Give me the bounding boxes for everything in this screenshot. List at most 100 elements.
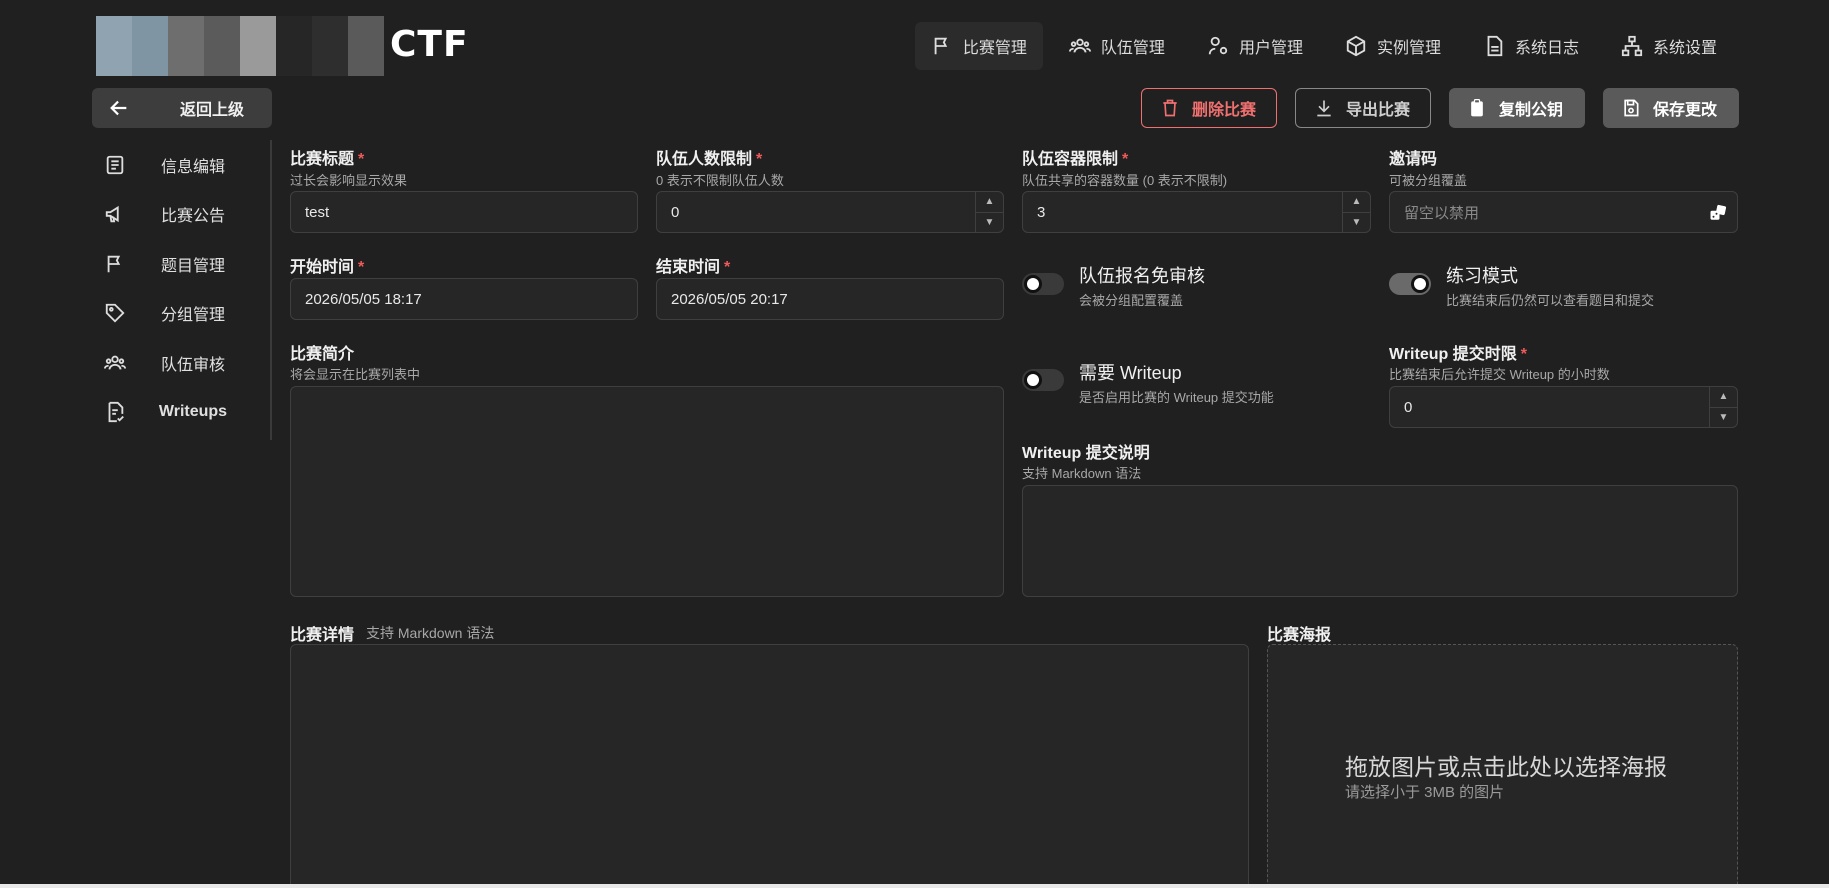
writeup-note-textarea[interactable] [1022, 485, 1738, 597]
side-item-team-review[interactable]: 队伍审核 [92, 338, 270, 388]
download-icon [1317, 100, 1331, 117]
flag-icon [934, 37, 948, 55]
chevron-down-icon[interactable]: ▼ [1343, 213, 1370, 233]
writeup-note-desc: 支持 Markdown 语法 [1022, 466, 1142, 481]
chevron-up-icon[interactable]: ▲ [976, 192, 1003, 213]
team-limit-label: 队伍人数限制 * [656, 151, 763, 168]
save-changes-button[interactable]: 保存更改 [1603, 88, 1739, 128]
nav-games[interactable]: 比赛管理 [914, 22, 1043, 70]
team-limit-desc: 0 表示不限制队伍人数 [656, 173, 784, 188]
nav-games-label: 比赛管理 [962, 40, 1027, 57]
quantity-stepper[interactable]: ▲ ▼ [1342, 192, 1370, 232]
side-item-label: Writeups [158, 403, 228, 421]
action-bar: 删除比赛 导出比赛 复制公钥 保存更改 [1141, 88, 1739, 128]
practice-mode-desc: 比赛结束后仍然可以查看题目和提交 [1446, 293, 1655, 308]
document-list-icon [106, 155, 124, 174]
writeup-deadline-label: Writeup 提交时限 * [1389, 346, 1527, 363]
dice-icon[interactable] [1709, 204, 1727, 222]
writeup-deadline-desc: 比赛结束后允许提交 Writeup 的小时数 [1389, 367, 1610, 382]
tag-icon [105, 304, 125, 323]
save-changes-label: 保存更改 [1653, 102, 1718, 119]
details-desc: 支持 Markdown 语法 [366, 625, 495, 641]
users-icon [104, 355, 126, 370]
side-item-label: 比赛公告 [160, 208, 225, 226]
copy-public-key-button[interactable]: 复制公钥 [1449, 88, 1585, 128]
title-label: 比赛标题 * [290, 151, 365, 168]
logo[interactable]: CTF [96, 16, 476, 76]
delete-game-label: 删除比赛 [1192, 102, 1257, 119]
delete-game-button[interactable]: 删除比赛 [1141, 88, 1277, 128]
writeup-required-toggle[interactable] [1022, 369, 1064, 391]
nav-teams-label: 队伍管理 [1100, 40, 1165, 57]
team-limit-value: 0 [671, 203, 680, 221]
summary-label: 比赛简介 [290, 346, 355, 363]
logo-image [96, 16, 384, 76]
clipboard-icon [1471, 99, 1483, 117]
side-item-challenges[interactable]: 题目管理 [92, 239, 270, 289]
summary-desc: 将会显示在比赛列表中 [290, 367, 421, 382]
team-limit-input[interactable]: 0 ▲ ▼ [656, 191, 1004, 233]
nav-logs[interactable]: 系统日志 [1467, 22, 1595, 70]
chevron-up-icon[interactable]: ▲ [1710, 387, 1737, 408]
writeup-required-desc: 是否启用比赛的 Writeup 提交功能 [1079, 390, 1274, 405]
chevron-down-icon[interactable]: ▼ [976, 213, 1003, 233]
auto-accept-desc: 会被分组配置覆盖 [1079, 293, 1184, 308]
side-item-info-edit[interactable]: 信息编辑 [92, 140, 270, 190]
container-limit-label: 队伍容器限制 * [1022, 151, 1129, 168]
writeup-deadline-input[interactable]: 0 ▲ ▼ [1389, 386, 1738, 428]
end-time-input[interactable]: 2026/05/05 20:17 [656, 278, 1004, 320]
practice-mode-title: 练习模式 [1446, 266, 1518, 286]
start-time-input[interactable]: 2026/05/05 18:17 [290, 278, 638, 320]
auto-accept-toggle[interactable] [1022, 273, 1064, 295]
invite-code-desc: 可被分组覆盖 [1389, 173, 1468, 188]
details-textarea[interactable] [290, 644, 1249, 888]
window-bottom-edge [0, 884, 1829, 888]
side-item-writeups[interactable]: Writeups [92, 388, 270, 438]
nav-users[interactable]: 用户管理 [1191, 22, 1319, 70]
nav-users-label: 用户管理 [1238, 40, 1303, 57]
title-input[interactable]: test [290, 191, 638, 233]
top-nav: 比赛管理 队伍管理 用户管理 实例管理 系统日志 系统设置 [914, 22, 1733, 70]
chevron-down-icon[interactable]: ▼ [1710, 408, 1737, 428]
container-limit-value: 3 [1037, 203, 1046, 221]
users-icon [1068, 38, 1091, 53]
nav-settings-label: 系统设置 [1652, 40, 1717, 57]
chevron-up-icon[interactable]: ▲ [1343, 192, 1370, 213]
container-limit-desc: 队伍共享的容器数量 (0 表示不限制) [1022, 173, 1228, 188]
quantity-stepper[interactable]: ▲ ▼ [975, 192, 1003, 232]
poster-drop-desc: 请选择小于 3MB 的图片 [1345, 784, 1505, 801]
trash-icon [1163, 99, 1177, 117]
title-desc: 过长会影响显示效果 [290, 173, 408, 188]
side-item-label: 分组管理 [160, 307, 225, 325]
quantity-stepper[interactable]: ▲ ▼ [1709, 387, 1737, 427]
writeup-note-label: Writeup 提交说明 [1022, 445, 1150, 462]
poster-label: 比赛海报 [1267, 627, 1332, 644]
nav-settings[interactable]: 系统设置 [1605, 22, 1733, 70]
file-check-icon [108, 402, 124, 423]
invite-code-label: 邀请码 [1389, 151, 1438, 168]
invite-code-placeholder: 留空以禁用 [1404, 204, 1480, 222]
back-button[interactable]: 返回上级 [92, 88, 272, 128]
summary-textarea[interactable] [290, 386, 1004, 597]
writeup-required-title: 需要 Writeup [1079, 363, 1182, 383]
box-icon [1346, 35, 1366, 57]
practice-mode-toggle[interactable] [1389, 273, 1431, 295]
nav-instances-label: 实例管理 [1376, 40, 1441, 57]
nav-instances[interactable]: 实例管理 [1329, 22, 1457, 70]
side-item-divisions[interactable]: 分组管理 [92, 289, 270, 339]
copy-public-key-label: 复制公钥 [1499, 102, 1564, 119]
side-item-label: 队伍审核 [160, 356, 225, 374]
nav-teams[interactable]: 队伍管理 [1053, 22, 1181, 70]
sitemap-icon [1621, 35, 1643, 57]
export-game-label: 导出比赛 [1346, 102, 1411, 119]
save-icon [1624, 99, 1639, 117]
back-button-label: 返回上级 [180, 102, 245, 119]
file-text-icon [1487, 35, 1503, 57]
container-limit-input[interactable]: 3 ▲ ▼ [1022, 191, 1371, 233]
end-time-label: 结束时间 * [656, 259, 731, 276]
start-time-label: 开始时间 * [290, 259, 365, 276]
side-item-notices[interactable]: 比赛公告 [92, 190, 270, 240]
side-nav: 信息编辑 比赛公告 题目管理 分组管理 队伍审核 Writeups [92, 140, 272, 440]
export-game-button[interactable]: 导出比赛 [1295, 88, 1431, 128]
invite-code-input[interactable]: 留空以禁用 [1389, 191, 1738, 233]
